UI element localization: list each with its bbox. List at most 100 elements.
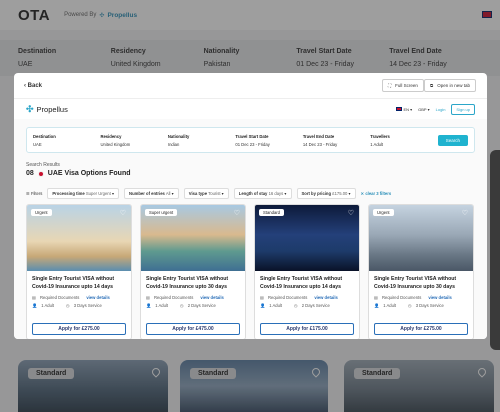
fullscreen-button[interactable]: ⛶ Full Screen bbox=[382, 79, 424, 92]
filter-value: All bbox=[165, 190, 171, 196]
card-meta: 👤 1 Adult ◷ 2 Days Service bbox=[255, 300, 359, 309]
card-title: Single Entry Tourist VISA without Covid-… bbox=[374, 276, 457, 290]
start-date-field[interactable]: Travel Start Date 01 Dec 23 - Friday bbox=[235, 134, 302, 147]
travellers-field[interactable]: Travellers 1 Adult bbox=[370, 134, 437, 147]
card-image: Urgent ♡ bbox=[369, 205, 473, 271]
field-label: Nationality bbox=[167, 133, 190, 139]
card-image: Super urgent ♡ bbox=[141, 205, 245, 271]
uk-flag-icon bbox=[396, 106, 403, 111]
filters-label: Filters bbox=[30, 190, 43, 196]
results-title: UAE Visa Options Found bbox=[47, 170, 131, 177]
signup-button[interactable]: Sign up bbox=[451, 103, 475, 115]
document-icon: ▤ bbox=[32, 294, 36, 300]
visa-card[interactable]: Standard ♡ Single Entry Tourist VISA wit… bbox=[254, 204, 360, 339]
person-icon: 👤 bbox=[260, 302, 266, 308]
filter-icon: ☰ bbox=[26, 190, 30, 196]
card-meta: 👤 1 Adult ◷ 2 Days Service bbox=[141, 300, 245, 309]
filter-processing-time[interactable]: Processing time Super Urgent ▾ bbox=[47, 187, 120, 199]
card-meta: 👤 1 Adult ◷ 3 Days Service bbox=[27, 300, 131, 309]
end-date-field[interactable]: Travel End Date 14 Dec 23 - Friday bbox=[303, 134, 370, 147]
card-documents: ▤ Required Documents view details bbox=[141, 292, 245, 300]
destination-field[interactable]: Destination UAE bbox=[33, 134, 100, 147]
filter-value: Tourist bbox=[208, 190, 221, 196]
filter-value: 16 days bbox=[268, 190, 284, 196]
nationality-field[interactable]: Nationality Indian bbox=[168, 134, 235, 147]
apply-button[interactable]: Apply for £275.00 bbox=[374, 323, 468, 335]
card-meta: 👤 1 Adult ◷ 3 Days Service bbox=[369, 300, 473, 309]
filter-length-of-stay[interactable]: Length of stay 16 days ▾ bbox=[233, 187, 292, 199]
person-icon: 👤 bbox=[146, 302, 152, 308]
heart-icon[interactable]: ♡ bbox=[120, 209, 126, 217]
view-details-link[interactable]: view details bbox=[86, 295, 110, 300]
clear-filters-label: clear 3 filters bbox=[365, 190, 392, 196]
back-button[interactable]: ‹ Back bbox=[24, 83, 42, 89]
filter-sort-by-pricing[interactable]: Sort by pricing £175.00 ▾ bbox=[296, 187, 356, 199]
view-details-link[interactable]: view details bbox=[314, 295, 338, 300]
header-actions: EN ▾ GBP ▾ Login Sign up bbox=[396, 103, 475, 115]
field-value: Indian bbox=[167, 141, 180, 147]
apply-button[interactable]: Apply for £275.00 bbox=[32, 323, 126, 335]
visa-card[interactable]: Urgent ♡ Single Entry Tourist VISA witho… bbox=[368, 204, 474, 339]
login-link[interactable]: Login bbox=[436, 107, 446, 112]
card-tag: Standard bbox=[259, 209, 284, 216]
card-documents: ▤ Required Documents view details bbox=[27, 292, 131, 300]
fullscreen-label: Full Screen bbox=[395, 83, 418, 88]
field-label: Travellers bbox=[370, 133, 390, 139]
card-tag: Super urgent bbox=[145, 209, 178, 216]
card-documents: ▤ Required Documents view details bbox=[255, 292, 359, 300]
field-label: Travel Start Date bbox=[235, 133, 269, 139]
residency-field[interactable]: Residency United Kingdom bbox=[100, 134, 167, 147]
uae-flag-icon bbox=[37, 170, 44, 177]
filter-visa-type[interactable]: Visa type Tourist ▾ bbox=[183, 187, 229, 199]
propellus-brand: Propellus bbox=[36, 104, 68, 114]
clock-icon: ◷ bbox=[294, 303, 298, 309]
clock-icon: ◷ bbox=[66, 303, 70, 309]
heart-icon[interactable]: ♡ bbox=[348, 209, 354, 217]
person-icon: 👤 bbox=[32, 302, 38, 308]
apply-button[interactable]: Apply for £475.00 bbox=[146, 323, 240, 335]
card-title: Single Entry Tourist VISA without Covid-… bbox=[146, 276, 229, 290]
service-time: 3 Days Service bbox=[73, 303, 102, 309]
filter-label: Length of stay bbox=[238, 190, 268, 196]
apply-button[interactable]: Apply for £175.00 bbox=[260, 323, 354, 335]
card-title: Single Entry Tourist VISA without Covid-… bbox=[260, 276, 343, 290]
filter-number-of-entries[interactable]: Number of entries All ▾ bbox=[124, 187, 179, 199]
search-button[interactable]: Search bbox=[437, 134, 468, 146]
clear-filters-link[interactable]: ✕ clear 3 filters bbox=[361, 191, 392, 196]
background-edge bbox=[490, 150, 500, 350]
filter-bar: ☰ Filters Processing time Super Urgent ▾… bbox=[26, 187, 475, 199]
adult-count: 1 Adult bbox=[269, 303, 283, 309]
view-details-link[interactable]: view details bbox=[428, 295, 452, 300]
visa-search-form: Destination UAE Residency United Kingdom N… bbox=[26, 127, 475, 153]
service-time: 3 Days Service bbox=[415, 303, 444, 309]
filters-toggle[interactable]: ☰ Filters bbox=[26, 191, 42, 196]
open-new-tab-button[interactable]: ⧉ Open in new tab bbox=[424, 79, 476, 92]
field-value: 01 Dec 23 - Friday bbox=[235, 141, 270, 147]
embedded-header: ✣ Propellus EN ▾ GBP ▾ Login Sign up bbox=[14, 99, 487, 119]
card-image: Urgent ♡ bbox=[27, 205, 131, 271]
view-details-link[interactable]: view details bbox=[200, 295, 224, 300]
documents-label: Required Documents bbox=[153, 294, 194, 300]
currency-selector[interactable]: GBP ▾ bbox=[418, 107, 430, 112]
heart-icon[interactable]: ♡ bbox=[234, 209, 240, 217]
visa-card[interactable]: Urgent ♡ Single Entry Tourist VISA witho… bbox=[26, 204, 132, 339]
documents-label: Required Documents bbox=[39, 294, 80, 300]
external-link-icon: ⧉ bbox=[430, 83, 434, 88]
document-icon: ▤ bbox=[260, 294, 264, 300]
results-label: Search Results bbox=[26, 162, 60, 168]
field-label: Destination bbox=[33, 133, 56, 139]
clock-icon: ◷ bbox=[408, 303, 412, 309]
filter-label: Number of entries bbox=[129, 190, 165, 196]
visa-card[interactable]: Super urgent ♡ Single Entry Tourist VISA… bbox=[140, 204, 246, 339]
filter-value: Super Urgent bbox=[85, 190, 111, 196]
preview-modal: ‹ Back ⛶ Full Screen ⧉ Open in new tab ✣… bbox=[14, 73, 487, 339]
currency-value: GBP bbox=[418, 106, 427, 112]
filter-value: £175.00 bbox=[332, 190, 348, 196]
heart-icon[interactable]: ♡ bbox=[462, 209, 468, 217]
adult-count: 1 Adult bbox=[41, 303, 55, 309]
language-selector[interactable]: EN ▾ bbox=[396, 106, 412, 112]
documents-label: Required Documents bbox=[267, 294, 308, 300]
visa-cards: Urgent ♡ Single Entry Tourist VISA witho… bbox=[26, 204, 475, 339]
person-icon: 👤 bbox=[374, 302, 380, 308]
back-label: Back bbox=[27, 82, 43, 89]
